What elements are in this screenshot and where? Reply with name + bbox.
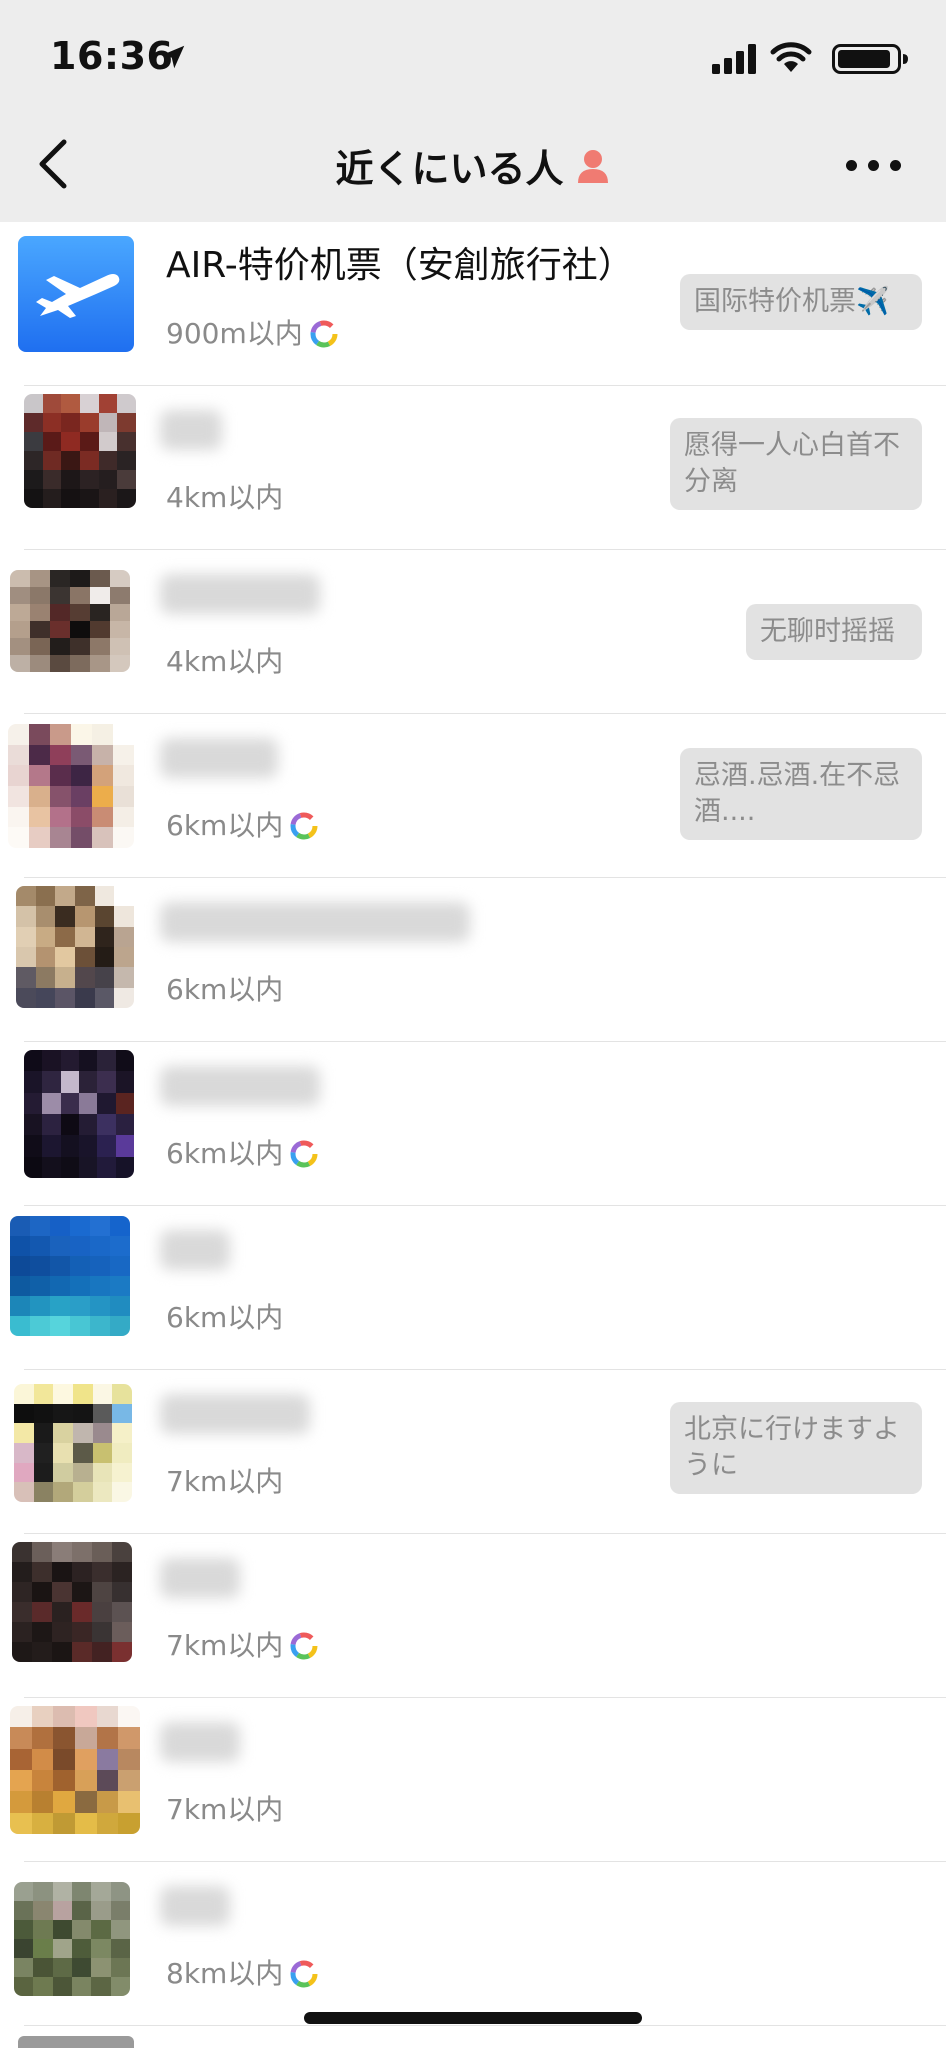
person-name: AIR-特价机票（安創旅行社）	[166, 245, 634, 286]
home-indicator[interactable]	[304, 2012, 642, 2024]
moments-ring-icon	[290, 1960, 318, 1988]
distance-label: 4km以内	[166, 645, 284, 678]
avatar	[10, 1216, 130, 1336]
distance-label: 900m以内	[166, 312, 339, 352]
status-time: 16:36	[50, 34, 174, 78]
list-item[interactable]: 7km以内	[0, 1698, 946, 1862]
list-item[interactable]: 8km以内	[0, 1862, 946, 2026]
list-item[interactable]: 4km以内 无聊时摇摇	[0, 550, 946, 714]
signature-bubble: 愿得一人心白首不分离	[670, 418, 922, 510]
list-item[interactable]: 6km以内	[0, 1206, 946, 1370]
moments-ring-icon	[310, 320, 338, 348]
avatar	[16, 886, 134, 1008]
distance-label: 7km以内	[166, 1465, 284, 1498]
distance-label: 6km以内	[166, 804, 319, 844]
list-item[interactable]: AIR-特价机票（安創旅行社） 900m以内 国际特价机票✈️	[0, 222, 946, 386]
person-icon	[577, 149, 608, 183]
avatar	[24, 394, 136, 508]
list-item[interactable]: 7km以内 北京に行けますように	[0, 1370, 946, 1534]
person-name	[160, 410, 222, 450]
person-name	[160, 574, 320, 614]
avatar	[12, 1542, 132, 1662]
person-name	[160, 1066, 320, 1106]
distance-label: 6km以内	[166, 1132, 319, 1172]
status-indicators	[692, 40, 912, 76]
distance-label: 7km以内	[166, 1624, 319, 1664]
person-name	[160, 1886, 230, 1926]
battery-icon	[832, 44, 908, 74]
moments-ring-icon	[290, 812, 318, 840]
avatar	[10, 1706, 140, 1834]
person-name	[160, 1394, 310, 1434]
signature-bubble: 北京に行けますように	[670, 1402, 922, 1494]
signature-bubble: 忌酒.忌酒.在不忌酒....	[680, 748, 922, 840]
person-name	[160, 1558, 240, 1598]
avatar	[24, 1050, 134, 1178]
list-item[interactable]: 4km以内 愿得一人心白首不分离	[0, 386, 946, 550]
list-item[interactable]: 6km以内	[0, 878, 946, 1042]
airplane-icon	[36, 274, 120, 318]
person-name	[160, 1722, 240, 1762]
distance-label: 7km以内	[166, 1793, 284, 1826]
nav-title-container: 近くにいる人	[0, 138, 946, 193]
avatar	[10, 570, 130, 672]
wifi-icon	[770, 42, 812, 72]
distance-label: 6km以内	[166, 973, 284, 1006]
more-dots-icon[interactable]	[846, 160, 902, 174]
avatar	[18, 236, 134, 352]
page-title: 近くにいる人	[335, 147, 564, 191]
avatar	[14, 1384, 132, 1502]
signature-bubble: 国际特价机票✈️	[680, 274, 922, 330]
distance-label: 6km以内	[166, 1301, 284, 1334]
cellular-signal-icon	[712, 44, 756, 74]
avatar	[8, 724, 134, 848]
avatar	[14, 1882, 130, 1996]
person-name	[160, 1230, 230, 1270]
list-item[interactable]: 6km以内 忌酒.忌酒.在不忌酒....	[0, 714, 946, 878]
top-bar: 16:36 近くにいる人	[0, 0, 946, 222]
list-item[interactable]: 6km以内	[0, 1042, 946, 1206]
list-item[interactable]: 7km以内	[0, 1534, 946, 1698]
moments-ring-icon	[290, 1140, 318, 1168]
signature-bubble: 无聊时摇摇	[746, 604, 922, 660]
avatar	[18, 2036, 134, 2048]
person-name	[160, 738, 278, 778]
location-arrow-icon	[161, 45, 185, 69]
nearby-people-list: AIR-特价机票（安創旅行社） 900m以内 国际特价机票✈️ 4km以内 愿得…	[0, 222, 946, 2026]
moments-ring-icon	[290, 1632, 318, 1660]
distance-label: 8km以内	[166, 1952, 319, 1992]
person-name	[160, 902, 470, 942]
distance-label: 4km以内	[166, 481, 284, 514]
nearby-people-screen: 16:36 近くにいる人 AIR-特价机票（安創旅行社） 900m以内 国际特价…	[0, 0, 946, 2048]
